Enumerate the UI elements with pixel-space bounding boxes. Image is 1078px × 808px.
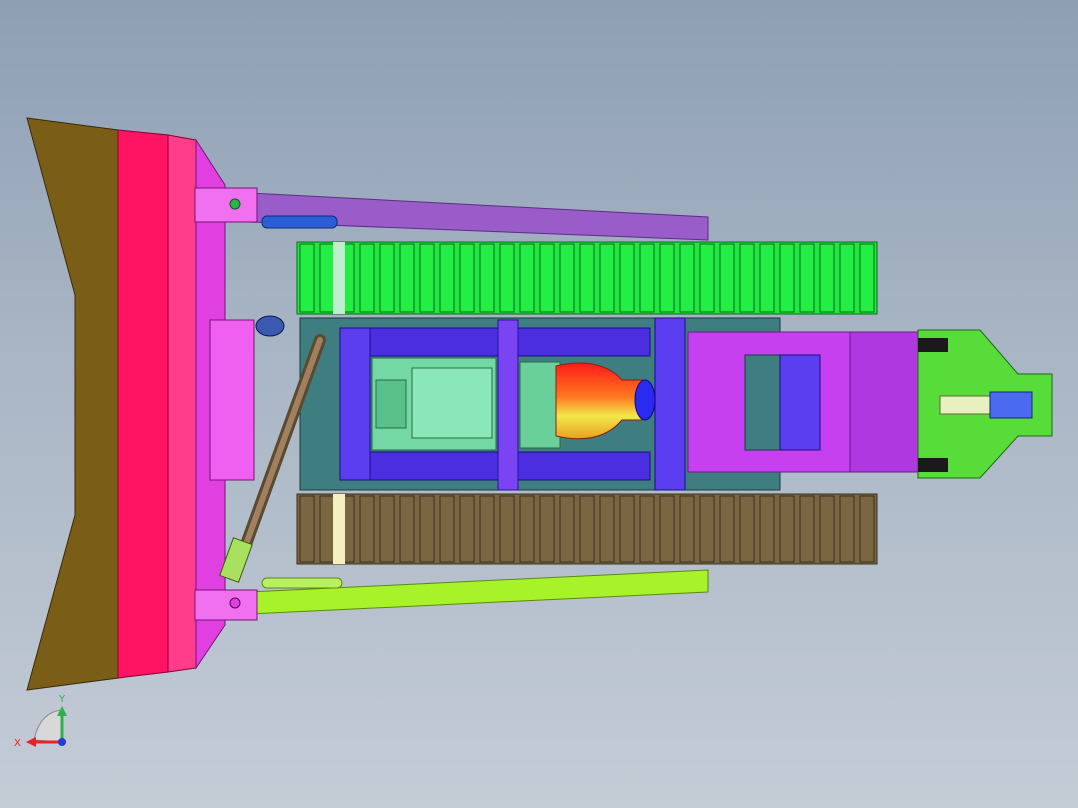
track-pad <box>779 495 795 563</box>
track-pad <box>399 495 415 563</box>
ripper-cylinder-lower <box>918 458 948 472</box>
track-pad <box>319 495 335 563</box>
upper-pivot-pin <box>229 198 241 210</box>
push-frame[interactable] <box>194 138 258 670</box>
track-pad <box>559 495 575 563</box>
transmission <box>519 361 561 449</box>
engine-block <box>375 379 407 429</box>
track-pad <box>859 495 875 563</box>
track-pad <box>479 243 495 313</box>
track-pad <box>439 495 455 563</box>
track-pad <box>679 243 695 313</box>
engine[interactable] <box>371 357 561 451</box>
track-pad <box>719 243 735 313</box>
track-pad <box>739 243 755 313</box>
track-pad <box>539 495 555 563</box>
x-axis-label: X <box>14 738 21 749</box>
track-pad <box>419 243 435 313</box>
track-pad <box>619 495 635 563</box>
track-pad <box>579 495 595 563</box>
blade-face <box>167 134 197 673</box>
ripper[interactable] <box>917 329 1053 479</box>
lower-track-pads <box>299 495 875 563</box>
upper-track-pads <box>299 243 875 313</box>
track-pad <box>779 243 795 313</box>
rear-crossbeam <box>779 354 821 451</box>
track-pad <box>719 495 735 563</box>
track-pad <box>379 495 395 563</box>
frame-rail-upper <box>339 327 651 357</box>
track-pad <box>399 243 415 313</box>
track-pad <box>639 243 655 313</box>
engine-cover <box>411 367 493 439</box>
lower-push-arm[interactable] <box>249 569 709 615</box>
lower-track[interactable] <box>296 493 878 565</box>
cad-viewport[interactable]: Y X <box>0 0 1078 808</box>
track-pad <box>699 495 715 563</box>
track-pad <box>539 243 555 313</box>
y-axis-label: Y <box>58 694 66 705</box>
frame-rail-lower <box>339 451 651 481</box>
track-pad <box>659 243 675 313</box>
z-axis-dot <box>58 738 66 746</box>
frame-front-crossmember <box>339 327 371 481</box>
bulldozer-model[interactable]: Y X <box>0 0 1078 808</box>
rear-frame[interactable] <box>687 331 919 473</box>
track-pad <box>599 495 615 563</box>
track-pad <box>799 243 815 313</box>
track-pad <box>759 495 775 563</box>
track-pad <box>499 495 515 563</box>
ripper-shank-mount <box>849 331 919 473</box>
track-pad <box>379 243 395 313</box>
track-pad <box>419 495 435 563</box>
track-pad <box>459 495 475 563</box>
track-pad <box>759 243 775 313</box>
ripper-pin <box>989 391 1033 419</box>
track-pad <box>599 243 615 313</box>
lower-track-idler <box>333 494 345 564</box>
dozer-blade[interactable] <box>26 117 197 691</box>
lower-trunnion <box>194 589 258 621</box>
track-pad <box>579 243 595 313</box>
upper-track-idler <box>333 242 345 314</box>
track-pad <box>659 495 675 563</box>
frame-mid-post <box>497 319 519 491</box>
track-pad <box>819 243 835 313</box>
track-pad <box>499 243 515 313</box>
track-pad <box>859 243 875 313</box>
track-pad <box>619 243 635 313</box>
track-pad <box>479 495 495 563</box>
track-pad <box>359 495 375 563</box>
track-pad <box>459 243 475 313</box>
track-pad <box>639 495 655 563</box>
track-pad <box>319 243 335 313</box>
track-pad <box>839 243 855 313</box>
upper-track[interactable] <box>296 241 878 315</box>
coordinate-triad: Y X <box>14 694 67 749</box>
track-pad <box>799 495 815 563</box>
lower-tilt-cylinder[interactable] <box>261 577 343 589</box>
blade-moldboard <box>117 129 169 679</box>
track-pad <box>359 243 375 313</box>
push-frame-center <box>209 319 255 481</box>
lower-pivot-pin <box>229 597 241 609</box>
output-shaft <box>634 379 656 421</box>
track-pad <box>559 243 575 313</box>
track-pad <box>839 495 855 563</box>
upper-trunnion <box>194 187 258 223</box>
track-pad <box>299 495 315 563</box>
track-pad <box>439 243 455 313</box>
track-pad <box>299 243 315 313</box>
track-pad <box>519 243 535 313</box>
front-light <box>255 315 285 337</box>
track-pad <box>519 495 535 563</box>
ripper-cylinder-upper <box>918 338 948 352</box>
track-pad <box>819 495 835 563</box>
track-pad <box>679 495 695 563</box>
upper-tilt-cylinder[interactable] <box>261 215 338 229</box>
track-pad <box>699 243 715 313</box>
track-pad <box>739 495 755 563</box>
blade-cutting-edge <box>26 117 119 691</box>
frame-rear-crossmember <box>654 317 686 491</box>
